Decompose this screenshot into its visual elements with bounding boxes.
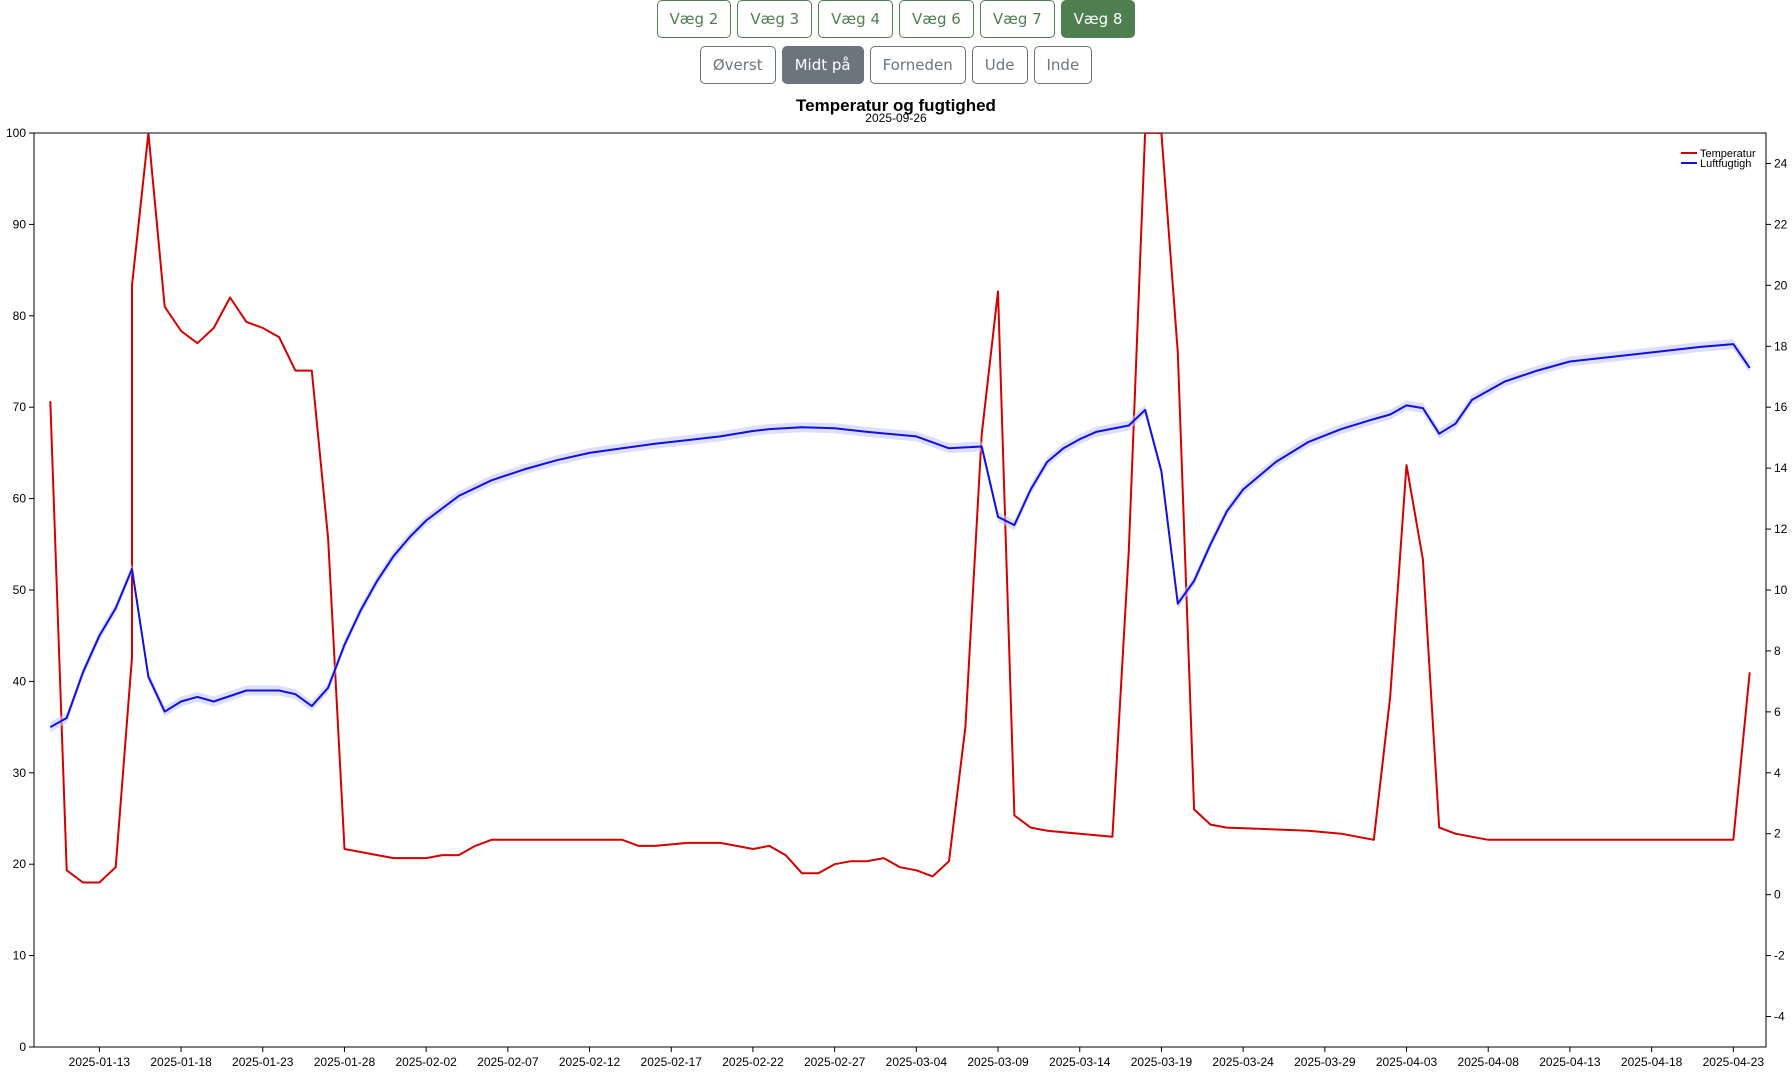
wall-button-3[interactable]: Væg 4 bbox=[818, 0, 893, 38]
x-tick-label: 2025-02-22 bbox=[722, 1055, 784, 1069]
x-tick-label: 2025-04-03 bbox=[1376, 1055, 1438, 1069]
y-left-tick-label: 80 bbox=[13, 309, 27, 323]
plot-area bbox=[49, 133, 1751, 884]
position-button-3[interactable]: Forneden bbox=[869, 46, 966, 84]
position-button-1[interactable]: Øverst bbox=[699, 46, 776, 84]
y-right-tick-label: 24 bbox=[1774, 156, 1788, 170]
y-left-tick-label: 50 bbox=[13, 583, 27, 597]
chart: Temperatur og fugtighed 2025-09-26 01020… bbox=[6, 96, 1788, 1069]
position-button-2[interactable]: Midt på bbox=[781, 46, 864, 84]
wall-button-1[interactable]: Væg 2 bbox=[656, 0, 732, 38]
position-selector: Øverst Midt på Forneden Ude Inde bbox=[0, 46, 1792, 84]
y-right-tick-label: 22 bbox=[1774, 217, 1788, 231]
wall-button-4[interactable]: Væg 6 bbox=[899, 0, 974, 38]
chart-subtitle: 2025-09-26 bbox=[865, 111, 927, 125]
y-left-tick-label: 30 bbox=[13, 766, 27, 780]
x-tick-label: 2025-01-18 bbox=[150, 1055, 212, 1069]
y-left-tick-label: 0 bbox=[19, 1040, 26, 1054]
y-left-tick-label: 90 bbox=[13, 217, 27, 231]
x-tick-label: 2025-02-02 bbox=[395, 1055, 457, 1069]
x-tick-label: 2025-04-13 bbox=[1539, 1055, 1601, 1069]
wall-button-6[interactable]: Væg 8 bbox=[1060, 0, 1136, 38]
wall-selector: Væg 2 Væg 3 Væg 4 Væg 6 Væg 7 Væg 8 bbox=[0, 0, 1792, 38]
position-button-5[interactable]: Inde bbox=[1033, 46, 1093, 84]
x-tick-label: 2025-02-17 bbox=[641, 1055, 703, 1069]
x-tick-label: 2025-03-24 bbox=[1212, 1055, 1274, 1069]
y-right-tick-label: -4 bbox=[1774, 1010, 1785, 1024]
y-left-tick-label: 20 bbox=[13, 857, 27, 871]
y-right-tick-label: 20 bbox=[1774, 278, 1788, 292]
y-right-tick-label: 16 bbox=[1774, 400, 1788, 414]
position-button-4[interactable]: Ude bbox=[971, 46, 1028, 84]
series-2-line bbox=[49, 343, 1751, 728]
y-right-tick-label: 10 bbox=[1774, 583, 1788, 597]
y-left-tick-label: 60 bbox=[13, 492, 27, 506]
y-right-tick-label: 2 bbox=[1774, 827, 1781, 841]
y-left-tick-label: 100 bbox=[6, 126, 26, 140]
y-left-tick-label: 10 bbox=[13, 949, 27, 963]
y-right-tick-label: 12 bbox=[1774, 522, 1788, 536]
x-tick-label: 2025-03-19 bbox=[1131, 1055, 1193, 1069]
y-right-tick-label: 14 bbox=[1774, 461, 1788, 475]
x-tick-label: 2025-03-09 bbox=[967, 1055, 1029, 1069]
legend: TemperaturLuftfugtigh bbox=[1681, 148, 1756, 170]
legend-label-2: Luftfugtigh bbox=[1700, 158, 1751, 170]
x-tick-label: 2025-02-07 bbox=[477, 1055, 539, 1069]
series-2-band bbox=[50, 339, 1750, 733]
x-tick-label: 2025-02-12 bbox=[559, 1055, 621, 1069]
x-tick-label: 2025-04-08 bbox=[1458, 1055, 1520, 1069]
x-tick-label: 2025-04-18 bbox=[1621, 1055, 1683, 1069]
x-tick-label: 2025-04-23 bbox=[1703, 1055, 1765, 1069]
x-tick-label: 2025-03-14 bbox=[1049, 1055, 1111, 1069]
x-tick-label: 2025-01-28 bbox=[314, 1055, 376, 1069]
x-tick-label: 2025-01-13 bbox=[69, 1055, 131, 1069]
y-left-tick-label: 40 bbox=[13, 674, 27, 688]
x-tick-label: 2025-03-29 bbox=[1294, 1055, 1356, 1069]
x-tick-label: 2025-03-04 bbox=[886, 1055, 948, 1069]
y-right-tick-label: 8 bbox=[1774, 644, 1781, 658]
y-right-tick-label: -2 bbox=[1774, 949, 1785, 963]
y-right-tick-label: 18 bbox=[1774, 339, 1788, 353]
y-right-tick-label: 0 bbox=[1774, 888, 1781, 902]
wall-button-2[interactable]: Væg 3 bbox=[737, 0, 813, 38]
y-right-tick-label: 6 bbox=[1774, 705, 1781, 719]
y-left-tick-label: 70 bbox=[13, 400, 27, 414]
y-right-tick-label: 4 bbox=[1774, 766, 1781, 780]
wall-button-5[interactable]: Væg 7 bbox=[979, 0, 1055, 38]
axes: 0102030405060708090100-4-202468101214161… bbox=[6, 126, 1788, 1069]
x-tick-label: 2025-02-27 bbox=[804, 1055, 866, 1069]
plot-frame bbox=[33, 132, 1767, 1048]
x-tick-label: 2025-01-23 bbox=[232, 1055, 294, 1069]
series-1-line bbox=[49, 133, 1751, 884]
